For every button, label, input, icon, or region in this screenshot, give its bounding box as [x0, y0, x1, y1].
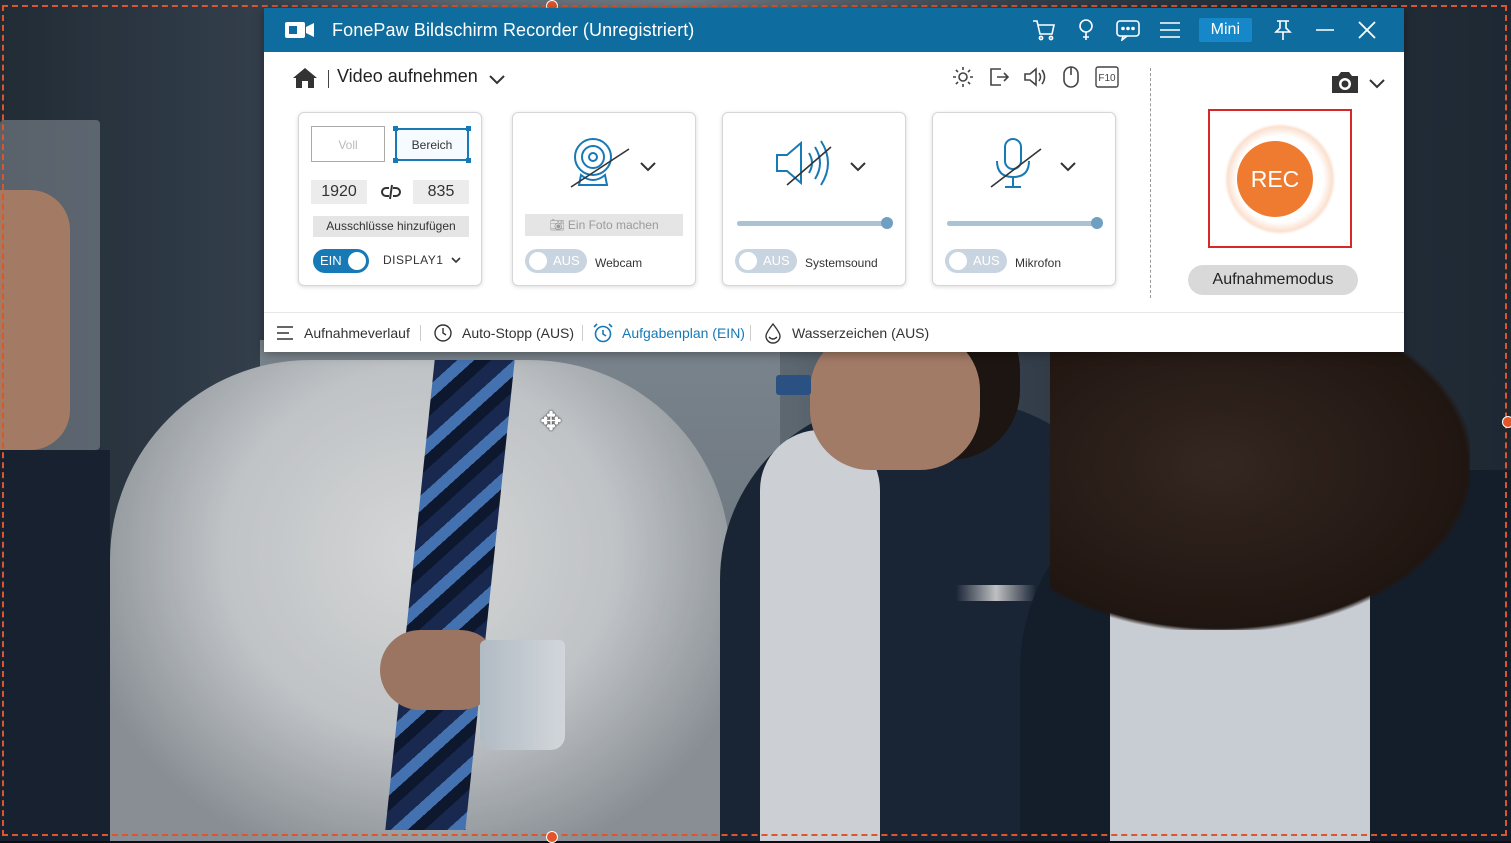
gear-icon[interactable] [946, 62, 980, 92]
list-icon [274, 322, 296, 344]
region-label: Bereich [411, 138, 453, 152]
full-screen-option[interactable]: Voll [311, 126, 385, 162]
take-photo-button[interactable]: 📷︎ Ein Foto machen [525, 214, 683, 236]
chevron-down-icon[interactable] [1057, 155, 1079, 177]
region-option[interactable]: Bereich [393, 126, 471, 163]
auto-stop-label: Auto-Stopp (AUS) [462, 325, 575, 341]
toggle-knob [949, 252, 967, 270]
system-sound-card: AUS Systemsound [722, 112, 906, 286]
mode-toolbar: Video aufnehmen F10 [264, 62, 1144, 96]
alarm-clock-icon [592, 322, 614, 344]
home-icon[interactable] [292, 66, 318, 90]
add-exclusions-button[interactable]: Ausschlüsse hinzufügen [313, 216, 469, 237]
webcam-toggle-label: AUS [553, 253, 580, 268]
chevron-down-icon[interactable] [637, 155, 659, 177]
move-cursor-icon[interactable]: ✥ [537, 407, 565, 435]
microphone-label: Mikrofon [1015, 256, 1062, 270]
mini-button[interactable]: Mini [1198, 18, 1252, 42]
region-toggle-label: EIN [320, 253, 342, 268]
display-select[interactable]: DISPLAY1 [383, 253, 443, 267]
bulb-icon[interactable] [1065, 8, 1107, 52]
slider-fill [737, 221, 887, 226]
f10-hotkey-icon[interactable]: F10 [1090, 62, 1124, 92]
system-volume-slider[interactable] [737, 217, 893, 229]
webcam-label: Webcam [595, 256, 643, 270]
region-corner [466, 126, 471, 131]
screenshot-camera-icon[interactable] [1328, 68, 1362, 96]
chat-icon[interactable] [1107, 8, 1149, 52]
webcam-icon[interactable] [563, 133, 637, 193]
bottom-separator [750, 325, 751, 341]
chevron-down-icon[interactable] [486, 68, 508, 90]
chevron-down-icon[interactable] [449, 253, 463, 267]
toggle-knob [529, 252, 547, 270]
region-corner [393, 158, 398, 163]
recording-history-label: Aufnahmeverlauf [304, 325, 410, 341]
task-schedule-item[interactable]: Aufgabenplan (EIN) [592, 313, 745, 353]
bottom-separator [582, 325, 583, 341]
bottom-bar: Aufnahmeverlauf Auto-Stopp (AUS) Aufgabe… [264, 312, 1404, 353]
camera-small-icon: 📷︎ [549, 218, 568, 232]
auto-stop-item[interactable]: Auto-Stopp (AUS) [432, 313, 574, 353]
height-field[interactable]: 835 [413, 180, 469, 204]
region-corner [393, 126, 398, 131]
watermark-item[interactable]: Wasserzeichen (AUS) [762, 313, 929, 353]
toggle-knob [348, 252, 366, 270]
system-sound-label: Systemsound [805, 256, 878, 270]
system-sound-toggle[interactable]: AUS [735, 249, 797, 273]
system-sound-icon[interactable] [773, 133, 847, 193]
mode-label[interactable]: Video aufnehmen [337, 66, 478, 87]
microphone-toggle-label: AUS [973, 253, 1000, 268]
chevron-down-icon[interactable] [847, 155, 869, 177]
mode-separator [328, 70, 329, 88]
recording-mode-button[interactable]: Aufnahmemodus [1188, 265, 1358, 295]
rec-button[interactable]: REC [1237, 141, 1313, 217]
resize-handle-right[interactable] [1502, 416, 1511, 428]
pin-icon[interactable] [1262, 8, 1304, 52]
mouse-icon[interactable] [1054, 62, 1088, 92]
microphone-toggle[interactable]: AUS [945, 249, 1007, 273]
f10-label: F10 [1098, 73, 1116, 84]
close-icon[interactable] [1346, 8, 1388, 52]
slider-thumb[interactable] [1091, 217, 1103, 229]
title-bar[interactable]: FonePaw Bildschirm Recorder (Unregistrie… [264, 8, 1404, 52]
speaker-icon[interactable] [1018, 62, 1052, 92]
region-toggle[interactable]: EIN [313, 249, 369, 273]
system-sound-toggle-label: AUS [763, 253, 790, 268]
bottom-separator [420, 325, 421, 341]
webcam-card: 📷︎ Ein Foto machen AUS Webcam [512, 112, 696, 286]
recorder-window: FonePaw Bildschirm Recorder (Unregistrie… [264, 8, 1404, 352]
webcam-toggle[interactable]: AUS [525, 249, 587, 273]
microphone-icon[interactable] [983, 133, 1057, 193]
export-icon[interactable] [982, 62, 1016, 92]
take-photo-label: Ein Foto machen [567, 218, 659, 232]
clock-icon [432, 322, 454, 344]
task-schedule-label: Aufgabenplan (EIN) [622, 325, 745, 341]
width-field[interactable]: 1920 [311, 180, 367, 204]
drop-icon [762, 322, 784, 344]
link-icon[interactable] [381, 183, 401, 201]
chevron-down-icon[interactable] [1366, 72, 1388, 94]
resize-handle-bottom[interactable] [546, 831, 558, 843]
microphone-card: AUS Mikrofon [932, 112, 1116, 286]
cart-icon[interactable] [1023, 8, 1065, 52]
rec-divider [1150, 68, 1151, 298]
slider-thumb[interactable] [881, 217, 893, 229]
app-logo-icon [284, 19, 316, 41]
region-card: Voll Bereich 1920 835 Ausschlüsse hinzuf… [298, 112, 482, 286]
slider-fill [947, 221, 1097, 226]
toggle-knob [739, 252, 757, 270]
full-screen-label: Voll [338, 138, 358, 152]
watermark-label: Wasserzeichen (AUS) [792, 325, 930, 341]
menu-icon[interactable] [1149, 8, 1191, 52]
region-corner [466, 158, 471, 163]
app-title: FonePaw Bildschirm Recorder (Unregistrie… [332, 19, 695, 40]
microphone-volume-slider[interactable] [947, 217, 1103, 229]
recording-history-item[interactable]: Aufnahmeverlauf [274, 313, 410, 353]
minimize-icon[interactable] [1304, 8, 1346, 52]
